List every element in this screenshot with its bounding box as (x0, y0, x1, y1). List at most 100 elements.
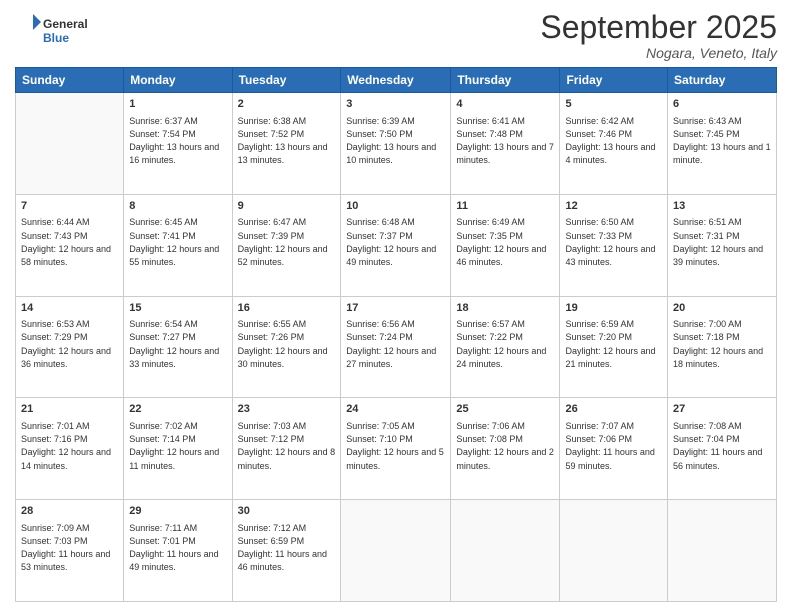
day-number: 7 (21, 199, 118, 214)
calendar-cell: 18 Sunrise: 6:57 AM Sunset: 7:22 PM Dayl… (451, 296, 560, 398)
calendar-cell: 26 Sunrise: 7:07 AM Sunset: 7:06 PM Dayl… (560, 398, 668, 500)
day-number: 30 (238, 504, 336, 519)
daylight-text: Daylight: 11 hours and 46 minutes. (238, 549, 327, 572)
sunrise-text: Sunrise: 6:49 AM (456, 217, 525, 227)
col-saturday: Saturday (668, 68, 777, 93)
calendar-cell: 16 Sunrise: 6:55 AM Sunset: 7:26 PM Dayl… (232, 296, 341, 398)
sunrise-text: Sunrise: 6:45 AM (129, 217, 198, 227)
calendar-cell: 8 Sunrise: 6:45 AM Sunset: 7:41 PM Dayli… (124, 194, 232, 296)
calendar-cell: 10 Sunrise: 6:48 AM Sunset: 7:37 PM Dayl… (341, 194, 451, 296)
daylight-text: Daylight: 12 hours and 36 minutes. (21, 346, 111, 369)
sunrise-text: Sunrise: 6:37 AM (129, 116, 198, 126)
svg-text:General: General (43, 17, 88, 31)
sunrise-text: Sunrise: 7:02 AM (129, 421, 198, 431)
daylight-text: Daylight: 12 hours and 33 minutes. (129, 346, 219, 369)
daylight-text: Daylight: 11 hours and 49 minutes. (129, 549, 218, 572)
day-number: 21 (21, 402, 118, 417)
sunrise-text: Sunrise: 6:44 AM (21, 217, 90, 227)
sunrise-text: Sunrise: 6:39 AM (346, 116, 415, 126)
sunset-text: Sunset: 7:33 PM (565, 231, 632, 241)
day-number: 16 (238, 301, 336, 316)
daylight-text: Daylight: 12 hours and 30 minutes. (238, 346, 328, 369)
col-wednesday: Wednesday (341, 68, 451, 93)
daylight-text: Daylight: 13 hours and 16 minutes. (129, 142, 219, 165)
col-sunday: Sunday (16, 68, 124, 93)
sunset-text: Sunset: 7:46 PM (565, 129, 632, 139)
day-number: 12 (565, 199, 662, 214)
daylight-text: Daylight: 12 hours and 14 minutes. (21, 447, 111, 470)
day-number: 17 (346, 301, 445, 316)
sunset-text: Sunset: 7:24 PM (346, 332, 413, 342)
day-number: 14 (21, 301, 118, 316)
sunset-text: Sunset: 7:48 PM (456, 129, 523, 139)
calendar-week-row: 7 Sunrise: 6:44 AM Sunset: 7:43 PM Dayli… (16, 194, 777, 296)
calendar-header-row: Sunday Monday Tuesday Wednesday Thursday… (16, 68, 777, 93)
sunset-text: Sunset: 7:45 PM (673, 129, 740, 139)
day-number: 28 (21, 504, 118, 519)
sunset-text: Sunset: 7:50 PM (346, 129, 413, 139)
daylight-text: Daylight: 13 hours and 7 minutes. (456, 142, 554, 165)
sunrise-text: Sunrise: 7:07 AM (565, 421, 634, 431)
calendar-cell: 3 Sunrise: 6:39 AM Sunset: 7:50 PM Dayli… (341, 93, 451, 195)
sunset-text: Sunset: 7:26 PM (238, 332, 305, 342)
day-number: 25 (456, 402, 554, 417)
sunset-text: Sunset: 7:35 PM (456, 231, 523, 241)
calendar-week-row: 28 Sunrise: 7:09 AM Sunset: 7:03 PM Dayl… (16, 500, 777, 602)
sunrise-text: Sunrise: 7:08 AM (673, 421, 742, 431)
calendar-week-row: 14 Sunrise: 6:53 AM Sunset: 7:29 PM Dayl… (16, 296, 777, 398)
calendar-cell: 19 Sunrise: 6:59 AM Sunset: 7:20 PM Dayl… (560, 296, 668, 398)
calendar-cell (341, 500, 451, 602)
calendar-cell: 30 Sunrise: 7:12 AM Sunset: 6:59 PM Dayl… (232, 500, 341, 602)
sunrise-text: Sunrise: 7:05 AM (346, 421, 415, 431)
day-number: 19 (565, 301, 662, 316)
day-number: 9 (238, 199, 336, 214)
sunset-text: Sunset: 7:12 PM (238, 434, 305, 444)
day-number: 4 (456, 97, 554, 112)
calendar-cell: 20 Sunrise: 7:00 AM Sunset: 7:18 PM Dayl… (668, 296, 777, 398)
sunset-text: Sunset: 7:41 PM (129, 231, 196, 241)
sunset-text: Sunset: 7:08 PM (456, 434, 523, 444)
calendar-cell: 25 Sunrise: 7:06 AM Sunset: 7:08 PM Dayl… (451, 398, 560, 500)
col-tuesday: Tuesday (232, 68, 341, 93)
daylight-text: Daylight: 12 hours and 18 minutes. (673, 346, 763, 369)
daylight-text: Daylight: 13 hours and 13 minutes. (238, 142, 328, 165)
sunset-text: Sunset: 7:18 PM (673, 332, 740, 342)
sunset-text: Sunset: 7:10 PM (346, 434, 413, 444)
day-number: 10 (346, 199, 445, 214)
daylight-text: Daylight: 12 hours and 46 minutes. (456, 244, 546, 267)
daylight-text: Daylight: 12 hours and 24 minutes. (456, 346, 546, 369)
calendar-cell: 13 Sunrise: 6:51 AM Sunset: 7:31 PM Dayl… (668, 194, 777, 296)
calendar-cell: 27 Sunrise: 7:08 AM Sunset: 7:04 PM Dayl… (668, 398, 777, 500)
daylight-text: Daylight: 12 hours and 43 minutes. (565, 244, 655, 267)
calendar-cell: 1 Sunrise: 6:37 AM Sunset: 7:54 PM Dayli… (124, 93, 232, 195)
sunrise-text: Sunrise: 7:06 AM (456, 421, 525, 431)
sunset-text: Sunset: 7:52 PM (238, 129, 305, 139)
sunset-text: Sunset: 7:22 PM (456, 332, 523, 342)
sunrise-text: Sunrise: 7:09 AM (21, 523, 90, 533)
sunrise-text: Sunrise: 6:41 AM (456, 116, 525, 126)
sunset-text: Sunset: 7:14 PM (129, 434, 196, 444)
calendar-cell (668, 500, 777, 602)
day-number: 5 (565, 97, 662, 112)
sunset-text: Sunset: 7:01 PM (129, 536, 196, 546)
sunrise-text: Sunrise: 7:01 AM (21, 421, 90, 431)
calendar-week-row: 1 Sunrise: 6:37 AM Sunset: 7:54 PM Dayli… (16, 93, 777, 195)
calendar-week-row: 21 Sunrise: 7:01 AM Sunset: 7:16 PM Dayl… (16, 398, 777, 500)
daylight-text: Daylight: 12 hours and 5 minutes. (346, 447, 444, 470)
calendar-cell: 24 Sunrise: 7:05 AM Sunset: 7:10 PM Dayl… (341, 398, 451, 500)
day-number: 27 (673, 402, 771, 417)
calendar-cell: 4 Sunrise: 6:41 AM Sunset: 7:48 PM Dayli… (451, 93, 560, 195)
day-number: 20 (673, 301, 771, 316)
day-number: 22 (129, 402, 226, 417)
svg-text:Blue: Blue (43, 31, 69, 45)
calendar-cell (451, 500, 560, 602)
sunrise-text: Sunrise: 6:38 AM (238, 116, 307, 126)
page-header: General Blue September 2025 Nogara, Vene… (15, 10, 777, 61)
sunset-text: Sunset: 7:39 PM (238, 231, 305, 241)
calendar-cell: 6 Sunrise: 6:43 AM Sunset: 7:45 PM Dayli… (668, 93, 777, 195)
calendar-cell: 11 Sunrise: 6:49 AM Sunset: 7:35 PM Dayl… (451, 194, 560, 296)
sunset-text: Sunset: 7:16 PM (21, 434, 88, 444)
calendar-cell: 15 Sunrise: 6:54 AM Sunset: 7:27 PM Dayl… (124, 296, 232, 398)
sunset-text: Sunset: 7:37 PM (346, 231, 413, 241)
sunrise-text: Sunrise: 6:48 AM (346, 217, 415, 227)
